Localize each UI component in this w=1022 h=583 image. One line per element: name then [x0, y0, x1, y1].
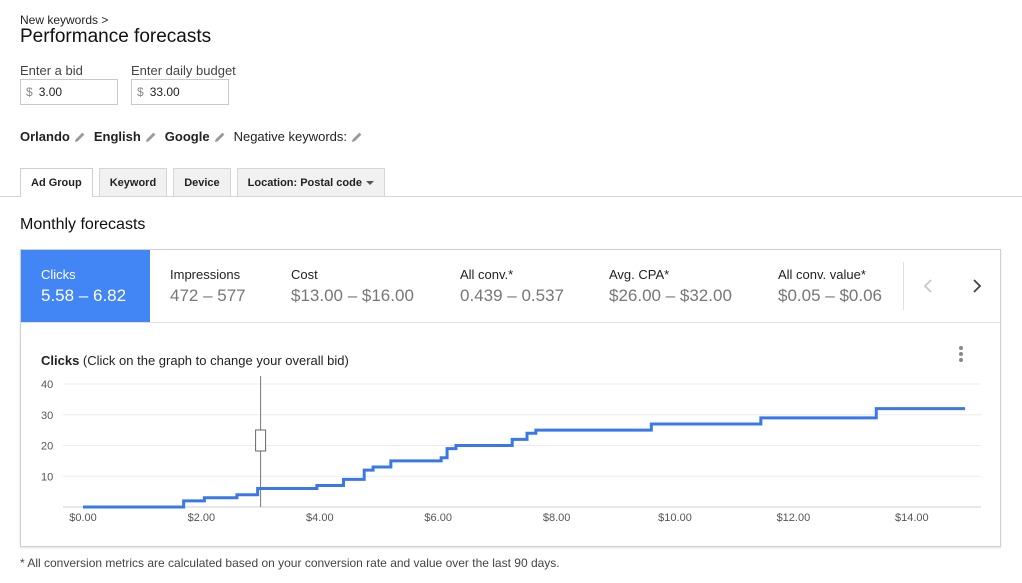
pencil-icon[interactable]	[145, 131, 157, 143]
bid-marker-handle[interactable]	[255, 429, 267, 452]
location-value: Orlando	[20, 129, 70, 144]
budget-label: Enter daily budget	[131, 63, 236, 78]
x-tick-label: $2.00	[188, 512, 216, 524]
tab-label: Device	[184, 176, 220, 189]
tab-ad-group[interactable]: Ad Group	[20, 168, 93, 197]
y-tick-label: 10	[41, 471, 53, 483]
x-tick-label: $0.00	[69, 512, 97, 524]
tab-location-postal-code[interactable]: Location: Postal code	[236, 168, 385, 196]
negative-keywords-setting: Negative keywords:	[234, 129, 363, 144]
negative-keywords-label: Negative keywords:	[233, 129, 348, 144]
x-tick-label: $12.00	[777, 512, 811, 524]
location-setting: Orlando	[20, 129, 86, 144]
bid-input[interactable]: $ 3.00	[20, 79, 118, 105]
budget-input[interactable]: $ 33.00	[131, 79, 229, 105]
budget-value[interactable]: 33.00	[150, 85, 180, 99]
bid-value[interactable]: 3.00	[39, 85, 62, 99]
x-tick-label: $10.00	[658, 512, 692, 524]
language-value: English	[93, 129, 141, 144]
tab-label: Ad Group	[31, 177, 82, 189]
section-title: Monthly forecasts	[20, 216, 146, 233]
tab-label: Location: Postal code	[247, 176, 362, 189]
y-tick-label: 40	[41, 379, 53, 391]
pencil-icon[interactable]	[214, 131, 226, 143]
network-value: Google	[164, 129, 210, 144]
y-tick-label: 20	[41, 441, 53, 453]
clicks-chart[interactable]: 10 20 30 40 $0.00 $2.00 $4.00 $6.00 $8.00 $10.00 $…	[21, 250, 1000, 546]
footnote: * All conversion metrics are calculated …	[20, 556, 560, 570]
y-tick-label: 30	[41, 410, 53, 422]
tab-label: Keyword	[109, 176, 157, 189]
x-tick-label: $8.00	[543, 512, 571, 524]
x-tick-label: $14.00	[895, 512, 929, 524]
bid-currency: $	[26, 85, 33, 99]
targeting-settings: Orlando English Google Negative keywords…	[20, 129, 371, 144]
tab-device[interactable]: Device	[173, 168, 231, 196]
network-setting: Google	[165, 129, 226, 144]
budget-currency: $	[137, 85, 144, 99]
x-tick-label: $6.00	[424, 512, 452, 524]
page-title: Performance forecasts	[20, 26, 212, 47]
series-line-clicks	[83, 407, 966, 509]
breadcrumb[interactable]: New keywords >	[20, 13, 108, 27]
forecast-panel: Clicks 5.58 – 6.82 Impressions 472 – 577…	[20, 249, 1001, 547]
segment-tabs: Ad Group Keyword Device Location: Postal…	[20, 168, 391, 197]
pencil-icon[interactable]	[74, 131, 86, 143]
tab-keyword[interactable]: Keyword	[98, 168, 168, 196]
x-tick-label: $4.00	[306, 512, 334, 524]
language-setting: English	[94, 129, 157, 144]
pencil-icon[interactable]	[351, 131, 363, 143]
caret-down-icon	[365, 180, 374, 185]
bid-label: Enter a bid	[20, 63, 83, 78]
